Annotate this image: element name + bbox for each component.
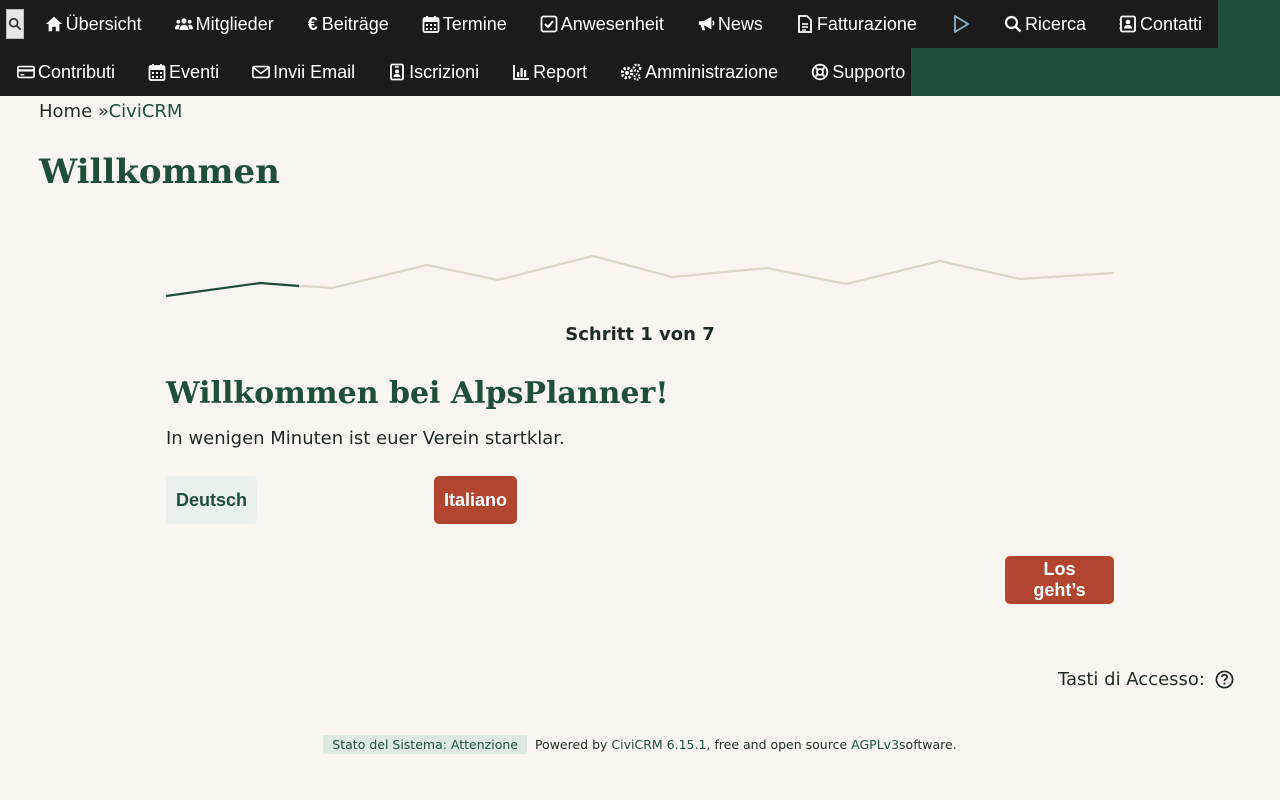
menu-item-label: Invii Email [273, 61, 356, 82]
language-deutsch-button[interactable]: Deutsch [166, 476, 257, 524]
access-keys: Tasti di Accesso: [1058, 669, 1234, 690]
menu-item-label: Übersicht [65, 13, 142, 34]
users-icon [174, 14, 194, 34]
menubar-row-2: Contributi Eventi Invii Email Iscrizioni… [0, 48, 911, 96]
bar-chart-icon [511, 62, 531, 82]
license-link[interactable]: AGPLv3 [851, 737, 899, 752]
id-badge-icon [387, 62, 407, 82]
quicksearch-button[interactable] [6, 9, 24, 39]
breadcrumb-civicrm-link[interactable]: CiviCRM [109, 101, 183, 122]
wizard-title: Willkommen bei AlpsPlanner! [166, 376, 669, 411]
menu-item-mitglieder[interactable]: Mitglieder [158, 0, 290, 48]
menu-item-amministrazione[interactable]: Amministrazione [603, 48, 794, 96]
menu-item-label: Amministrazione [645, 61, 779, 82]
menu-item-label: Iscrizioni [409, 61, 480, 82]
wizard-progress-line [165, 254, 1115, 298]
menu-item-supporto[interactable]: Supporto [794, 48, 921, 96]
menu-item-label: Eventi [169, 61, 220, 82]
gears-icon [619, 62, 643, 82]
menu-item-label: Termine [442, 13, 507, 34]
megaphone-icon [696, 14, 716, 34]
wizard-intro: In wenigen Minuten ist euer Verein start… [166, 428, 565, 449]
system-status-badge[interactable]: Stato del Sistema: Attenzione [323, 735, 527, 754]
language-italiano-button[interactable]: Italiano [434, 476, 517, 524]
home-icon [44, 14, 64, 34]
breadcrumb-separator: » [97, 101, 109, 122]
credit-card-icon [16, 62, 36, 82]
euro-icon: € [307, 13, 318, 34]
menu-item-label: Contatti [1139, 13, 1202, 34]
menu-item-eventi[interactable]: Eventi [131, 48, 235, 96]
start-wizard-button[interactable]: Los geht’s [1005, 556, 1114, 604]
footer-middle-text: , free and open source [706, 737, 848, 752]
menu-item-fatturazione[interactable]: Fatturazione [779, 0, 933, 48]
menu-item-label: Beiträge [321, 13, 389, 34]
footer: Stato del Sistema: Attenzione Powered by… [0, 735, 1280, 754]
footer-powered-prefix: Powered by [534, 737, 608, 752]
envelope-icon [251, 62, 271, 82]
breadcrumb-home-link[interactable]: Home [39, 101, 92, 122]
search-icon [1003, 14, 1023, 34]
lifebuoy-icon [810, 62, 830, 82]
civicrm-version-link[interactable]: CiviCRM 6.15.1 [611, 737, 706, 752]
menu-item-label: Anwesenheit [560, 13, 664, 34]
menu-item-ricerca[interactable]: Ricerca [987, 0, 1102, 48]
search-icon [8, 17, 22, 31]
menu-item-label: Fatturazione [816, 13, 917, 34]
menubar: Übersicht Mitglieder € Beiträge Termine … [0, 0, 1280, 96]
page-title: Willkommen [39, 152, 280, 192]
calendar-icon [147, 62, 167, 82]
menu-item-label: Mitglieder [195, 13, 274, 34]
menu-item-beitraege[interactable]: € Beiträge [290, 0, 405, 48]
menu-item-termine[interactable]: Termine [405, 0, 523, 48]
menu-item-label: News [717, 13, 763, 34]
menu-item-news[interactable]: News [680, 0, 779, 48]
menu-item-play[interactable] [933, 0, 987, 48]
menu-item-label: Report [533, 61, 588, 82]
menu-item-uebersicht[interactable]: Übersicht [28, 0, 158, 48]
menu-item-label: Supporto [832, 61, 906, 82]
progress-fill [165, 281, 300, 298]
menu-item-invii-email[interactable]: Invii Email [235, 48, 371, 96]
breadcrumb: Home »CiviCRM [39, 101, 182, 122]
menu-item-label: Contributi [38, 61, 116, 82]
contact-card-icon [1118, 14, 1138, 34]
menu-item-contatti[interactable]: Contatti [1102, 0, 1218, 48]
footer-suffix-text: software. [899, 737, 957, 752]
menu-item-contributi[interactable]: Contributi [0, 48, 131, 96]
wizard-step-indicator: Schritt 1 von 7 [565, 324, 715, 345]
progress-track [165, 254, 1115, 298]
calendar-icon [421, 14, 441, 34]
play-icon [954, 15, 969, 33]
access-keys-label: Tasti di Accesso: [1057, 669, 1205, 690]
document-icon [795, 14, 815, 34]
menu-item-report[interactable]: Report [495, 48, 603, 96]
menu-item-anwesenheit[interactable]: Anwesenheit [523, 0, 680, 48]
check-square-icon [539, 14, 559, 34]
menu-item-label: Ricerca [1024, 13, 1086, 34]
help-icon[interactable] [1215, 670, 1234, 689]
menu-item-iscrizioni[interactable]: Iscrizioni [371, 48, 495, 96]
menubar-row-1: Übersicht Mitglieder € Beiträge Termine … [0, 0, 1218, 48]
